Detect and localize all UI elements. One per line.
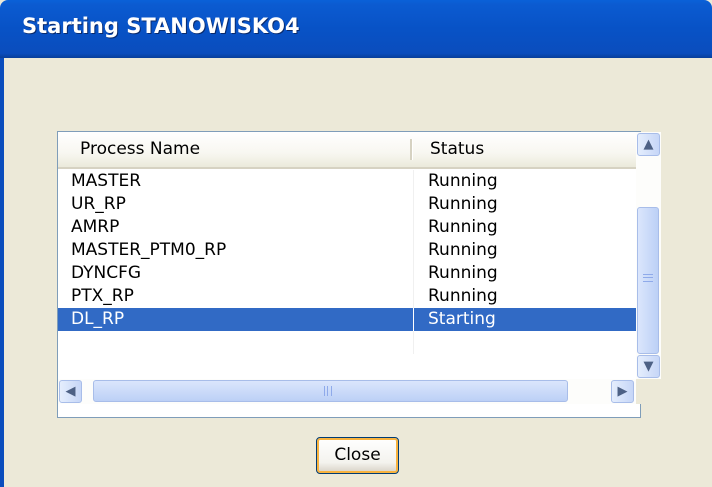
scroll-left-button[interactable]: ◀	[59, 380, 82, 403]
list-rows: MASTER Running UR_RP Running AMRP Runnin…	[58, 170, 636, 354]
cell-divider	[413, 262, 414, 285]
table-row[interactable]: PTX_RP Running	[58, 285, 636, 308]
scrollbar-corner	[636, 379, 661, 404]
horizontal-scrollbar[interactable]: ◀ ▶	[58, 379, 636, 404]
process-name-cell: DL_RP	[71, 309, 125, 329]
grip-icon	[324, 386, 332, 396]
list-header: Process Name Status	[58, 132, 636, 169]
status-cell: Running	[428, 240, 498, 260]
cell-divider	[413, 331, 414, 354]
status-cell: Running	[428, 194, 498, 214]
scroll-up-button[interactable]: ▲	[637, 133, 660, 156]
scroll-down-button[interactable]: ▼	[637, 355, 660, 378]
chevron-down-icon: ▼	[643, 359, 654, 374]
process-name-cell: UR_RP	[71, 194, 126, 214]
table-row[interactable]: AMRP Running	[58, 216, 636, 239]
close-button[interactable]: Close	[316, 437, 399, 474]
status-cell: Running	[428, 286, 498, 306]
table-row[interactable]: MASTER Running	[58, 170, 636, 193]
status-cell: Starting	[428, 309, 496, 329]
title-bar[interactable]: Starting STANOWISKO4	[0, 0, 712, 58]
window-border	[0, 58, 4, 487]
chevron-up-icon: ▲	[643, 137, 654, 152]
chevron-right-icon: ▶	[617, 384, 628, 399]
cell-divider	[413, 170, 414, 193]
empty-row	[58, 331, 636, 354]
process-name-cell: PTX_RP	[71, 286, 134, 306]
column-header-process-name[interactable]: Process Name	[80, 132, 200, 167]
chevron-left-icon: ◀	[65, 384, 76, 399]
scroll-right-button[interactable]: ▶	[611, 380, 634, 403]
dialog-window: Starting STANOWISKO4 Process Name Status…	[0, 0, 712, 487]
column-header-status[interactable]: Status	[430, 132, 484, 167]
window-title: Starting STANOWISKO4	[22, 14, 300, 38]
process-name-cell: MASTER	[71, 171, 142, 191]
process-name-cell: DYNCFG	[71, 263, 142, 283]
table-row-selected[interactable]: DL_RP Starting	[58, 308, 636, 331]
process-name-cell: MASTER_PTM0_RP	[71, 240, 227, 260]
grip-icon	[643, 274, 653, 282]
cell-divider	[413, 308, 414, 331]
status-cell: Running	[428, 263, 498, 283]
cell-divider	[413, 239, 414, 262]
vertical-scrollbar[interactable]: ▲ ▼	[636, 132, 661, 379]
table-row[interactable]: DYNCFG Running	[58, 262, 636, 285]
cell-divider	[413, 193, 414, 216]
table-row[interactable]: UR_RP Running	[58, 193, 636, 216]
table-row[interactable]: MASTER_PTM0_RP Running	[58, 239, 636, 262]
cell-divider	[413, 285, 414, 308]
process-name-cell: AMRP	[71, 217, 120, 237]
process-list[interactable]: Process Name Status MASTER Running UR_RP…	[57, 131, 661, 418]
column-divider[interactable]	[410, 139, 413, 160]
cell-divider	[413, 216, 414, 239]
vertical-scroll-thumb[interactable]	[637, 207, 659, 354]
status-cell: Running	[428, 217, 498, 237]
horizontal-scroll-thumb[interactable]	[93, 380, 568, 402]
status-cell: Running	[428, 171, 498, 191]
